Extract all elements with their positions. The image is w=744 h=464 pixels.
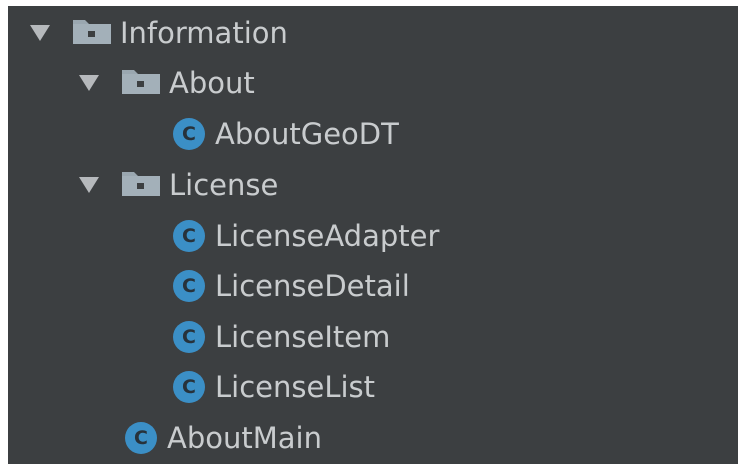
tree-node-about-folder[interactable]: About bbox=[79, 59, 255, 107]
class-icon: C bbox=[173, 371, 205, 403]
tree-node-label: LicenseDetail bbox=[215, 269, 410, 303]
tree-node-label: LicenseAdapter bbox=[215, 219, 440, 253]
tree-node-licenselist-class[interactable]: C LicenseList bbox=[173, 363, 375, 411]
tree-node-label: About bbox=[169, 66, 255, 100]
tree-node-licenseadapter-class[interactable]: C LicenseAdapter bbox=[173, 212, 439, 260]
class-icon: C bbox=[173, 321, 205, 353]
expand-arrow-icon[interactable] bbox=[79, 75, 99, 91]
class-icon: C bbox=[173, 220, 205, 252]
folder-icon bbox=[72, 15, 112, 52]
folder-icon bbox=[121, 65, 161, 102]
folder-icon bbox=[121, 167, 161, 204]
tree-node-label: LicenseItem bbox=[215, 320, 391, 354]
tree-node-label: AboutMain bbox=[167, 421, 322, 455]
tree-node-aboutmain-class[interactable]: C AboutMain bbox=[125, 414, 322, 462]
tree-node-label: AboutGeoDT bbox=[215, 117, 399, 151]
tree-node-label: License bbox=[169, 168, 279, 202]
expand-arrow-icon[interactable] bbox=[30, 25, 50, 41]
tree-node-license-folder[interactable]: License bbox=[79, 161, 278, 209]
tree-node-information-folder[interactable]: Information bbox=[30, 9, 288, 57]
class-icon: C bbox=[173, 270, 205, 302]
tree-node-label: Information bbox=[120, 16, 288, 50]
tree-node-aboutgeodt-class[interactable]: C AboutGeoDT bbox=[173, 110, 399, 158]
tree-node-licenseitem-class[interactable]: C LicenseItem bbox=[173, 313, 390, 361]
class-icon: C bbox=[173, 118, 205, 150]
expand-arrow-icon[interactable] bbox=[79, 177, 99, 193]
tree-node-licensedetail-class[interactable]: C LicenseDetail bbox=[173, 262, 410, 310]
project-tree-panel: Information About C AboutGeoDT License C… bbox=[8, 6, 738, 464]
class-icon: C bbox=[125, 422, 157, 454]
tree-node-label: LicenseList bbox=[215, 370, 376, 404]
